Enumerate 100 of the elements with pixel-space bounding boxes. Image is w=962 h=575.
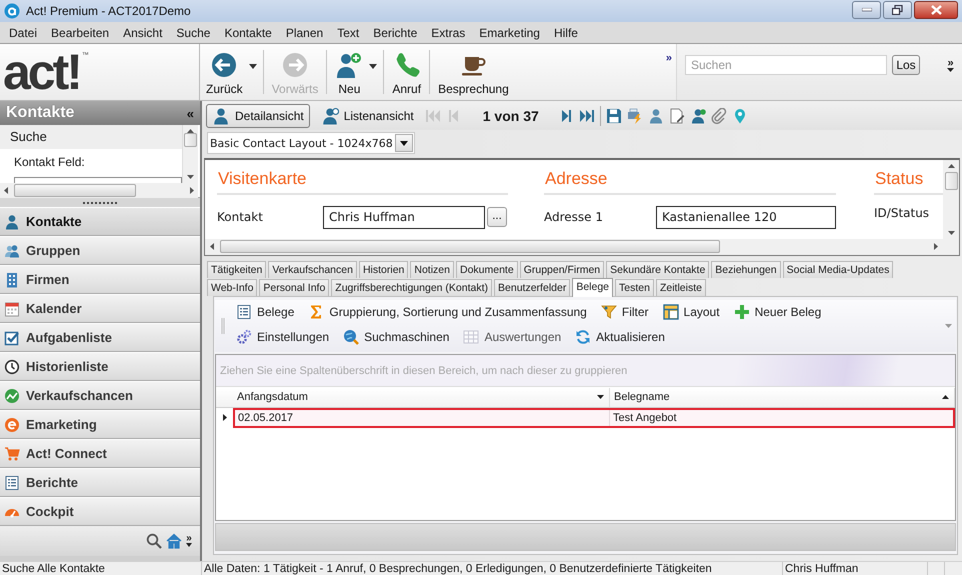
toolbar-button[interactable]: Neuer Beleg: [728, 300, 826, 323]
home-icon[interactable]: [166, 533, 182, 549]
scroll-down-icon: [948, 230, 954, 235]
toolbar-button[interactable]: Gruppierung, Sortierung und Zusammenfassung: [303, 300, 592, 323]
more-button[interactable]: »: [947, 58, 954, 72]
minimize-icon: [862, 8, 872, 12]
tab[interactable]: Zeitleiste: [656, 278, 706, 296]
caret-icon: [400, 140, 408, 146]
printer-lightning-icon[interactable]: [626, 108, 643, 124]
status-text: Alle Daten: 1 Tätigkeit - 1 Anruf, 0 Besprechungen, 0 Erledigungen, 0 Benutzerdefinierte Tätigkeiten: [202, 562, 783, 575]
horizontal-scrollbar[interactable]: [0, 183, 198, 198]
meeting-button[interactable]: Besprechung: [432, 48, 515, 96]
tab[interactable]: Testen: [615, 278, 654, 296]
restore-button[interactable]: [883, 1, 912, 19]
toolbar-button[interactable]: Aktualisieren: [570, 326, 670, 348]
layout-dropdown[interactable]: Basic Contact Layout - 1024x768: [207, 132, 415, 154]
menu-item[interactable]: Extras: [424, 24, 472, 42]
nav-item[interactable]: Kontakte: [0, 207, 200, 236]
caret-icon: [186, 543, 192, 547]
table-row[interactable]: 02.05.2017 Test Angebot: [233, 408, 955, 428]
tab[interactable]: Tätigkeiten: [207, 260, 266, 278]
tab[interactable]: Beziehungen: [711, 260, 781, 278]
caret-icon[interactable]: [248, 64, 257, 68]
layout-grid-icon: [662, 304, 679, 320]
field-label: Adresse 1: [544, 210, 604, 224]
menu-item[interactable]: Kontakte: [217, 24, 279, 42]
nav-item[interactable]: Firmen: [0, 265, 200, 294]
back-button[interactable]: Zurück: [200, 48, 249, 96]
tab[interactable]: Notizen: [410, 260, 454, 278]
tab[interactable]: Sekundäre Kontakte: [606, 260, 710, 278]
column-header[interactable]: Anfangsdatum: [233, 388, 610, 407]
overflow-caret-icon[interactable]: [944, 324, 952, 328]
group-by-hint: Ziehen Sie eine Spaltenüberschrift in diesen Bereich, um nach dieser zu gruppieren: [216, 354, 955, 387]
sort-arrow-icon[interactable]: [942, 395, 949, 400]
text-field[interactable]: Chris Huffman: [323, 206, 485, 229]
toolbar-overflow-button[interactable]: »: [666, 52, 676, 64]
tab[interactable]: Gruppen/Firmen: [520, 260, 604, 278]
menu-item[interactable]: Planen: [278, 24, 330, 42]
person-plus-icon: [320, 106, 339, 125]
tab[interactable]: Historien: [358, 260, 408, 278]
nav-item[interactable]: Kalender: [0, 294, 200, 323]
tab[interactable]: Benutzerfelder: [494, 278, 570, 296]
person-icon[interactable]: [648, 108, 664, 124]
close-button[interactable]: [914, 1, 958, 19]
table-cell: 02.05.2017: [235, 410, 610, 426]
search-field[interactable]: Suchen: [685, 55, 887, 75]
vertical-scrollbar[interactable]: [182, 125, 198, 183]
menu-item[interactable]: Hilfe: [546, 24, 585, 42]
more-button[interactable]: »: [186, 535, 192, 547]
scroll-thumb[interactable]: [14, 184, 136, 197]
tab[interactable]: Social Media-Updates: [782, 260, 894, 278]
menu-item[interactable]: Berichte: [366, 24, 424, 42]
new-button[interactable]: Neu: [329, 48, 370, 96]
menu-item[interactable]: Text: [330, 24, 366, 42]
menu-item[interactable]: Suche: [169, 24, 218, 42]
toolbar-button[interactable]: Suchmaschinen: [338, 326, 454, 348]
last-record-icon[interactable]: [578, 108, 595, 124]
call-button[interactable]: Anruf: [386, 48, 428, 96]
sort-arrow-icon[interactable]: [597, 395, 604, 400]
nav-item[interactable]: Gruppen: [0, 236, 200, 265]
nav-item[interactable]: Emarketing: [0, 410, 200, 439]
tab[interactable]: Belege: [572, 278, 614, 297]
tab[interactable]: Personal Info: [259, 278, 330, 296]
menu-item[interactable]: Emarketing: [472, 24, 547, 42]
toolbar-button[interactable]: Layout: [658, 300, 725, 323]
search-icon[interactable]: [146, 533, 162, 549]
menu-item[interactable]: Bearbeiten: [44, 24, 116, 42]
document-pencil-icon[interactable]: [668, 108, 685, 124]
toolbar-button[interactable]: Einstellungen: [231, 326, 334, 348]
paperclip-icon[interactable]: [710, 108, 727, 124]
tab[interactable]: Dokumente: [456, 260, 518, 278]
toolbar-button[interactable]: Belege: [231, 300, 300, 323]
scroll-thumb[interactable]: [184, 133, 197, 147]
nav-item[interactable]: Berichte: [0, 468, 200, 497]
minimize-button[interactable]: [852, 1, 881, 19]
view-tab[interactable]: Listenansicht: [314, 104, 420, 128]
tab[interactable]: Verkaufschancen: [268, 260, 357, 278]
menu-item[interactable]: Ansicht: [116, 24, 170, 42]
tab[interactable]: Zugriffsberechtigungen (Kontakt): [331, 278, 492, 296]
person-icon: [4, 214, 20, 230]
view-tab[interactable]: Detailansicht: [206, 104, 310, 128]
search-header[interactable]: Suche: [0, 125, 182, 149]
nav-item[interactable]: Verkaufschancen: [0, 381, 200, 410]
ellipsis-button[interactable]: ...: [487, 207, 507, 228]
scroll-thumb[interactable]: [944, 172, 958, 190]
nav-item[interactable]: Historienliste: [0, 352, 200, 381]
column-header[interactable]: Belegname: [610, 388, 955, 407]
nav-item[interactable]: Cockpit: [0, 497, 200, 526]
toolbar-button[interactable]: Filter: [596, 300, 654, 323]
menu-item[interactable]: Datei: [2, 24, 44, 42]
person-plus-icon[interactable]: [690, 108, 706, 124]
nav-item[interactable]: Aufgabenliste: [0, 323, 200, 352]
nav-item[interactable]: Act! Connect: [0, 439, 200, 468]
save-icon[interactable]: [606, 108, 622, 124]
go-button[interactable]: Los: [892, 55, 920, 75]
collapse-button[interactable]: «: [186, 106, 194, 120]
scroll-thumb[interactable]: [220, 240, 720, 254]
text-field[interactable]: Kastanienallee 120: [656, 206, 836, 229]
tab[interactable]: Web-Info: [207, 278, 258, 296]
caret-icon[interactable]: [369, 64, 378, 68]
